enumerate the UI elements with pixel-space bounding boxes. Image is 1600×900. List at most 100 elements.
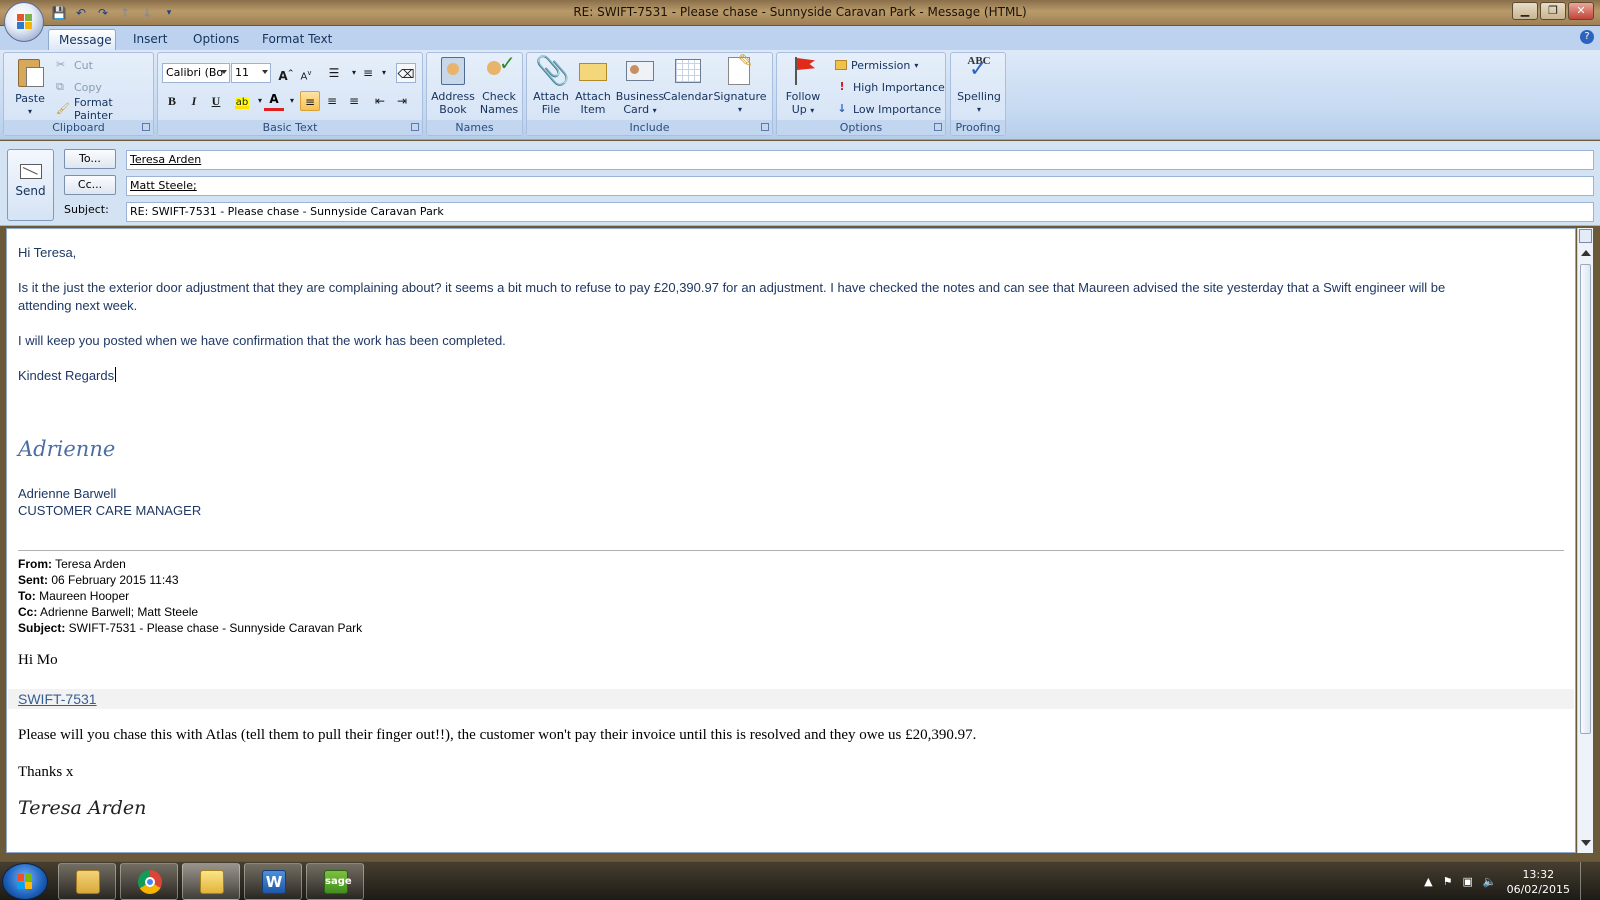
shrink-font-icon[interactable]: Av xyxy=(296,63,316,83)
align-right-icon[interactable]: ≡ xyxy=(344,91,364,111)
underline-button[interactable]: U xyxy=(206,91,226,111)
show-desktop-button[interactable] xyxy=(1580,862,1592,900)
message-body[interactable]: Hi Teresa, Is it the just the exterior d… xyxy=(6,228,1576,853)
quoted-signature-script: Teresa Arden xyxy=(18,797,147,819)
word-taskbar-button[interactable]: W xyxy=(244,863,302,900)
network-icon[interactable]: ▣ xyxy=(1462,875,1472,888)
clipboard-label: Clipboard xyxy=(52,121,105,134)
chrome-taskbar-button[interactable] xyxy=(120,863,178,900)
signature-button[interactable]: ✎ Signature ▾ xyxy=(711,53,769,116)
quoted-subject: Subject: SWIFT-7531 - Please chase - Sun… xyxy=(18,620,362,636)
help-icon[interactable]: ? xyxy=(1580,30,1594,44)
font-size-combo[interactable]: 11 xyxy=(231,63,271,83)
sage-taskbar-button[interactable]: sage xyxy=(306,863,364,900)
check-names-button[interactable]: ✓ Check Names xyxy=(477,53,521,116)
scroll-up-icon[interactable] xyxy=(1581,250,1591,256)
low-importance-button[interactable]: ↓ Low Importance xyxy=(835,99,941,119)
outlook-taskbar-button[interactable] xyxy=(182,863,240,900)
body-closing: Kindest Regards xyxy=(18,367,117,384)
include-group: 📎 Attach File Attach Item Business Card … xyxy=(526,52,773,136)
bullets-icon[interactable]: ☰ xyxy=(324,63,344,83)
office-button[interactable] xyxy=(4,2,44,42)
flag-icon xyxy=(787,55,819,87)
tab-format-text[interactable]: Format Text xyxy=(252,29,342,50)
clear-formatting-icon[interactable]: ⌫ xyxy=(396,63,416,83)
down-arrow-icon: ↓ xyxy=(837,102,847,115)
chevron-down-icon[interactable]: ▾ xyxy=(282,91,302,111)
paste-button[interactable]: Paste ▾ xyxy=(10,55,50,118)
vertical-scrollbar[interactable] xyxy=(1577,228,1593,853)
volume-icon[interactable]: 🔈 xyxy=(1483,875,1497,888)
highlight-icon[interactable]: ab xyxy=(232,91,252,111)
to-button[interactable]: To... xyxy=(64,149,116,169)
clock[interactable]: 13:32 06/02/2015 xyxy=(1507,867,1570,897)
tab-insert[interactable]: Insert xyxy=(123,29,177,50)
signature-script: Adrienne xyxy=(18,437,116,461)
paste-icon xyxy=(14,57,46,89)
font-name-combo[interactable]: Calibri (Bo xyxy=(162,63,230,83)
high-importance-label: High Importance xyxy=(853,80,945,94)
business-card-button[interactable]: Business Card ▾ xyxy=(615,55,665,117)
high-importance-button[interactable]: ! High Importance xyxy=(835,77,945,97)
cc-field[interactable]: Matt Steele; xyxy=(126,176,1594,196)
align-left-icon[interactable]: ≡ xyxy=(300,91,320,111)
permission-button[interactable]: Permission ▾ xyxy=(835,55,918,75)
dialog-launcher-icon[interactable] xyxy=(761,123,769,131)
dialog-launcher-icon[interactable] xyxy=(411,123,419,131)
quoted-from-value: Teresa Arden xyxy=(52,557,126,571)
subject-field[interactable]: RE: SWIFT-7531 - Please chase - Sunnysid… xyxy=(126,202,1594,222)
ruler-toggle-icon[interactable] xyxy=(1579,229,1592,243)
minimize-icon[interactable]: ▁ xyxy=(1512,2,1538,20)
start-button[interactable] xyxy=(2,863,48,900)
address-book-button[interactable]: Address Book xyxy=(430,55,476,116)
increase-indent-icon[interactable]: ⇥ xyxy=(392,91,412,111)
show-hidden-icons-icon[interactable]: ▲ xyxy=(1424,875,1432,888)
decrease-indent-icon[interactable]: ⇤ xyxy=(370,91,390,111)
cut-button[interactable]: ✂ Cut xyxy=(56,55,93,75)
scroll-thumb[interactable] xyxy=(1580,264,1591,734)
customize-icon[interactable]: ▾ xyxy=(160,4,178,22)
explorer-taskbar-button[interactable] xyxy=(58,863,116,900)
close-icon[interactable]: ✕ xyxy=(1568,2,1594,20)
undo-icon[interactable]: ↶ xyxy=(72,4,90,22)
grow-font-icon[interactable]: A^ xyxy=(276,63,296,83)
dialog-launcher-icon[interactable] xyxy=(142,123,150,131)
cc-recipient[interactable]: Matt Steele; xyxy=(130,179,197,192)
down-arrow-icon[interactable]: ↓ xyxy=(138,4,156,22)
attach-item-label-2: Item xyxy=(580,103,606,116)
action-center-flag-icon[interactable]: ⚑ xyxy=(1443,875,1453,888)
attach-file-button[interactable]: 📎 Attach File xyxy=(529,55,573,117)
italic-button[interactable]: I xyxy=(184,91,204,111)
chevron-down-icon[interactable]: ▾ xyxy=(374,63,394,83)
tab-message[interactable]: Message xyxy=(48,29,116,50)
tab-options[interactable]: Options xyxy=(183,29,249,50)
copy-button[interactable]: ⧉ Copy xyxy=(56,77,102,97)
to-recipient[interactable]: Teresa Arden xyxy=(130,153,201,166)
to-field[interactable]: Teresa Arden xyxy=(126,150,1594,170)
spelling-button[interactable]: ABC ✓ Spelling ▾ xyxy=(954,55,1004,116)
calendar-label: Calendar xyxy=(663,90,713,103)
font-color-icon[interactable]: A xyxy=(264,91,284,111)
chrome-icon xyxy=(138,870,162,894)
follow-up-button[interactable]: Follow Up ▾ xyxy=(781,55,825,117)
calendar-button[interactable]: Calendar xyxy=(663,55,713,103)
swift-link[interactable]: SWIFT-7531 xyxy=(18,691,97,707)
send-label: Send xyxy=(15,184,46,198)
save-icon[interactable]: 💾 xyxy=(50,4,68,22)
up-arrow-icon[interactable]: ↑ xyxy=(116,4,134,22)
send-button[interactable]: Send xyxy=(7,149,54,221)
clipboard-group-label: Clipboard xyxy=(4,120,153,135)
align-center-icon[interactable]: ≡ xyxy=(322,91,342,111)
signature-label: Signature xyxy=(713,90,767,103)
outlook-icon xyxy=(200,870,224,894)
quoted-thanks: Thanks x xyxy=(18,764,74,780)
format-painter-button[interactable]: 🖌 Format Painter xyxy=(56,96,153,122)
redo-icon[interactable]: ↷ xyxy=(94,4,112,22)
bold-button[interactable]: B xyxy=(162,91,182,111)
business-card-icon xyxy=(624,55,656,87)
scroll-down-icon[interactable] xyxy=(1581,840,1591,846)
cc-button[interactable]: Cc... xyxy=(64,175,116,195)
dialog-launcher-icon[interactable] xyxy=(934,123,942,131)
attach-item-button[interactable]: Attach Item xyxy=(571,55,615,116)
restore-icon[interactable]: ❐ xyxy=(1540,2,1566,20)
